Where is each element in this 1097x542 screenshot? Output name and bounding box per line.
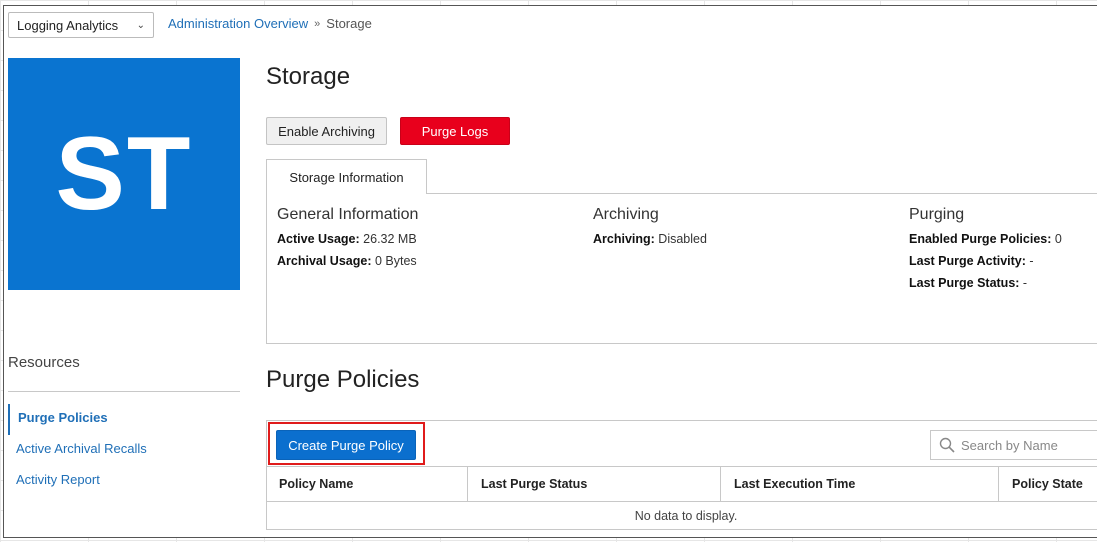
purge-policies-title: Purge Policies (266, 366, 420, 393)
active-usage-row: Active Usage: 26.32 MB (277, 232, 418, 246)
archiving-row: Archiving: Disabled (593, 232, 707, 246)
resource-item-activity-report[interactable]: Activity Report (8, 466, 240, 497)
enable-archiving-button[interactable]: Enable Archiving (266, 117, 387, 145)
search-placeholder: Search by Name (961, 437, 1058, 453)
active-usage-label: Active Usage: (277, 232, 360, 246)
tab-storage-information[interactable]: Storage Information (266, 159, 427, 194)
enabled-purge-policies-value: 0 (1054, 232, 1062, 246)
app-selector-value: Logging Analytics (17, 17, 119, 33)
breadcrumb: Administration Overview » Storage (168, 16, 372, 31)
archiving-value: Disabled (658, 232, 707, 246)
resources-nav: Purge Policies Active Archival Recalls A… (8, 404, 240, 497)
general-information-title: General Information (277, 206, 419, 223)
resources-title: Resources (8, 354, 80, 371)
storage-tile: ST (8, 58, 240, 290)
resource-item-active-archival-recalls[interactable]: Active Archival Recalls (8, 435, 240, 466)
screenshot-frame: Logging Analytics ⌄ Administration Overv… (3, 5, 1097, 538)
archival-usage-value: 0 Bytes (374, 254, 417, 268)
table-empty-message: No data to display. (634, 509, 738, 523)
archival-usage-row: Archival Usage: 0 Bytes (277, 254, 418, 268)
breadcrumb-separator-icon: » (314, 17, 321, 30)
enabled-purge-policies-label: Enabled Purge Policies: (909, 232, 1052, 246)
last-purge-status-label: Last Purge Status: (909, 276, 1020, 290)
resource-item-purge-policies[interactable]: Purge Policies (8, 404, 240, 435)
breadcrumb-current: Storage (326, 16, 372, 31)
create-purge-policy-button[interactable]: Create Purge Policy (276, 430, 416, 460)
search-input[interactable]: Search by Name (930, 430, 1097, 460)
last-purge-activity-label: Last Purge Activity: (909, 254, 1026, 268)
archiving-section: Archiving Archiving: Disabled (593, 206, 707, 254)
breadcrumb-admin-overview-link[interactable]: Administration Overview (168, 16, 308, 31)
purge-policies-table-header: Policy Name Last Purge Status Last Execu… (266, 466, 1097, 502)
chevron-down-icon: ⌄ (136, 19, 145, 31)
last-purge-activity-row: Last Purge Activity: - (909, 254, 1062, 268)
purging-section: Purging Enabled Purge Policies: 0 Last P… (909, 206, 1062, 298)
storage-tile-initials: ST (55, 115, 193, 232)
app-selector[interactable]: Logging Analytics ⌄ (8, 12, 154, 38)
column-header-last-purge-status[interactable]: Last Purge Status (468, 467, 721, 501)
storage-information-panel: General Information Active Usage: 26.32 … (266, 193, 1097, 344)
purging-title: Purging (909, 206, 965, 223)
last-purge-status-value: - (1022, 276, 1028, 290)
enabled-purge-policies-row: Enabled Purge Policies: 0 (909, 232, 1062, 246)
column-header-policy-name[interactable]: Policy Name (266, 467, 468, 501)
page-title: Storage (266, 63, 351, 90)
archiving-title: Archiving (593, 206, 659, 223)
archival-usage-label: Archival Usage: (277, 254, 372, 268)
last-purge-activity-value: - (1029, 254, 1034, 268)
column-header-policy-state[interactable]: Policy State (999, 467, 1097, 501)
active-usage-value: 26.32 MB (363, 232, 417, 246)
column-header-last-execution-time[interactable]: Last Execution Time (721, 467, 999, 501)
last-purge-status-row: Last Purge Status: - (909, 276, 1062, 290)
search-icon (939, 437, 955, 453)
archiving-label: Archiving: (593, 232, 655, 246)
resources-divider (8, 391, 240, 392)
general-information-section: General Information Active Usage: 26.32 … (277, 206, 418, 276)
purge-logs-button[interactable]: Purge Logs (400, 117, 510, 145)
